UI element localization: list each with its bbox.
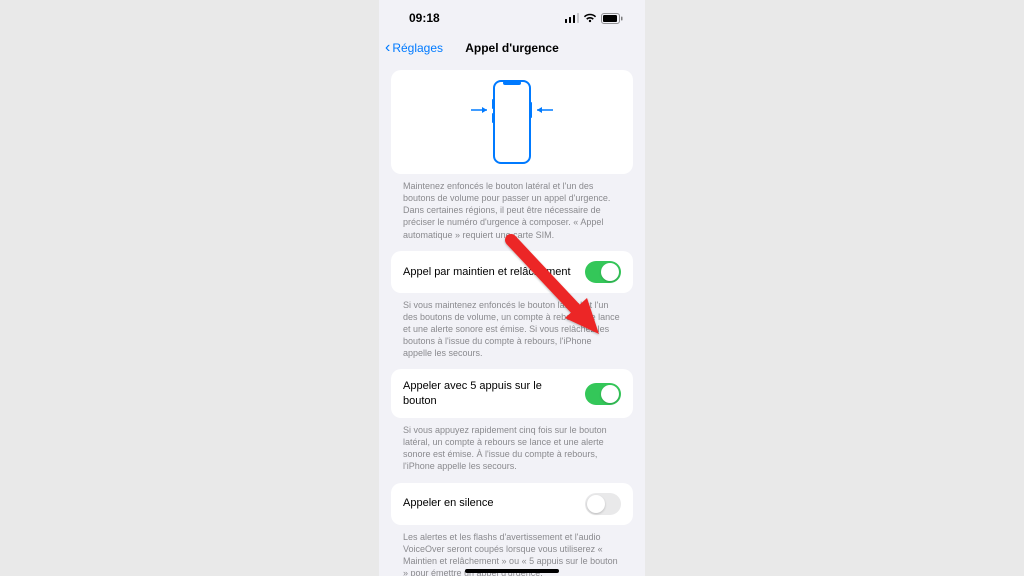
row-5-press-toggle[interactable] bbox=[585, 383, 621, 405]
wifi-icon bbox=[583, 13, 597, 23]
hero-card bbox=[391, 70, 633, 174]
row-5-press-footer: Si vous appuyez rapidement cinq fois sur… bbox=[391, 418, 633, 483]
hero-footer: Maintenez enfoncés le bouton latéral et … bbox=[391, 174, 633, 251]
row-hold-release-label: Appel par maintien et relâchement bbox=[403, 265, 571, 279]
page-title: Appel d'urgence bbox=[379, 41, 645, 55]
status-indicators bbox=[565, 13, 623, 24]
row-5-press: Appeler avec 5 appuis sur le bouton bbox=[391, 369, 633, 418]
row-silent: Appeler en silence bbox=[391, 483, 633, 525]
phone-buttons-illustration bbox=[457, 77, 567, 167]
battery-icon bbox=[601, 13, 623, 24]
row-silent-label: Appeler en silence bbox=[403, 496, 494, 510]
row-hold-release-footer: Si vous maintenez enfoncés le bouton lat… bbox=[391, 293, 633, 370]
content: Maintenez enfoncés le bouton latéral et … bbox=[379, 66, 645, 576]
status-bar: 09:18 bbox=[379, 0, 645, 36]
status-time: 09:18 bbox=[409, 11, 440, 25]
phone-frame: 09:18 ‹ Réglages Appel d'urgence bbox=[379, 0, 645, 576]
row-silent-toggle[interactable] bbox=[585, 493, 621, 515]
home-indicator bbox=[465, 569, 559, 573]
row-hold-release: Appel par maintien et relâchement bbox=[391, 251, 633, 293]
row-5-press-label: Appeler avec 5 appuis sur le bouton bbox=[403, 379, 543, 408]
cellular-icon bbox=[565, 13, 579, 23]
nav-bar: ‹ Réglages Appel d'urgence bbox=[379, 36, 645, 66]
row-hold-release-toggle[interactable] bbox=[585, 261, 621, 283]
